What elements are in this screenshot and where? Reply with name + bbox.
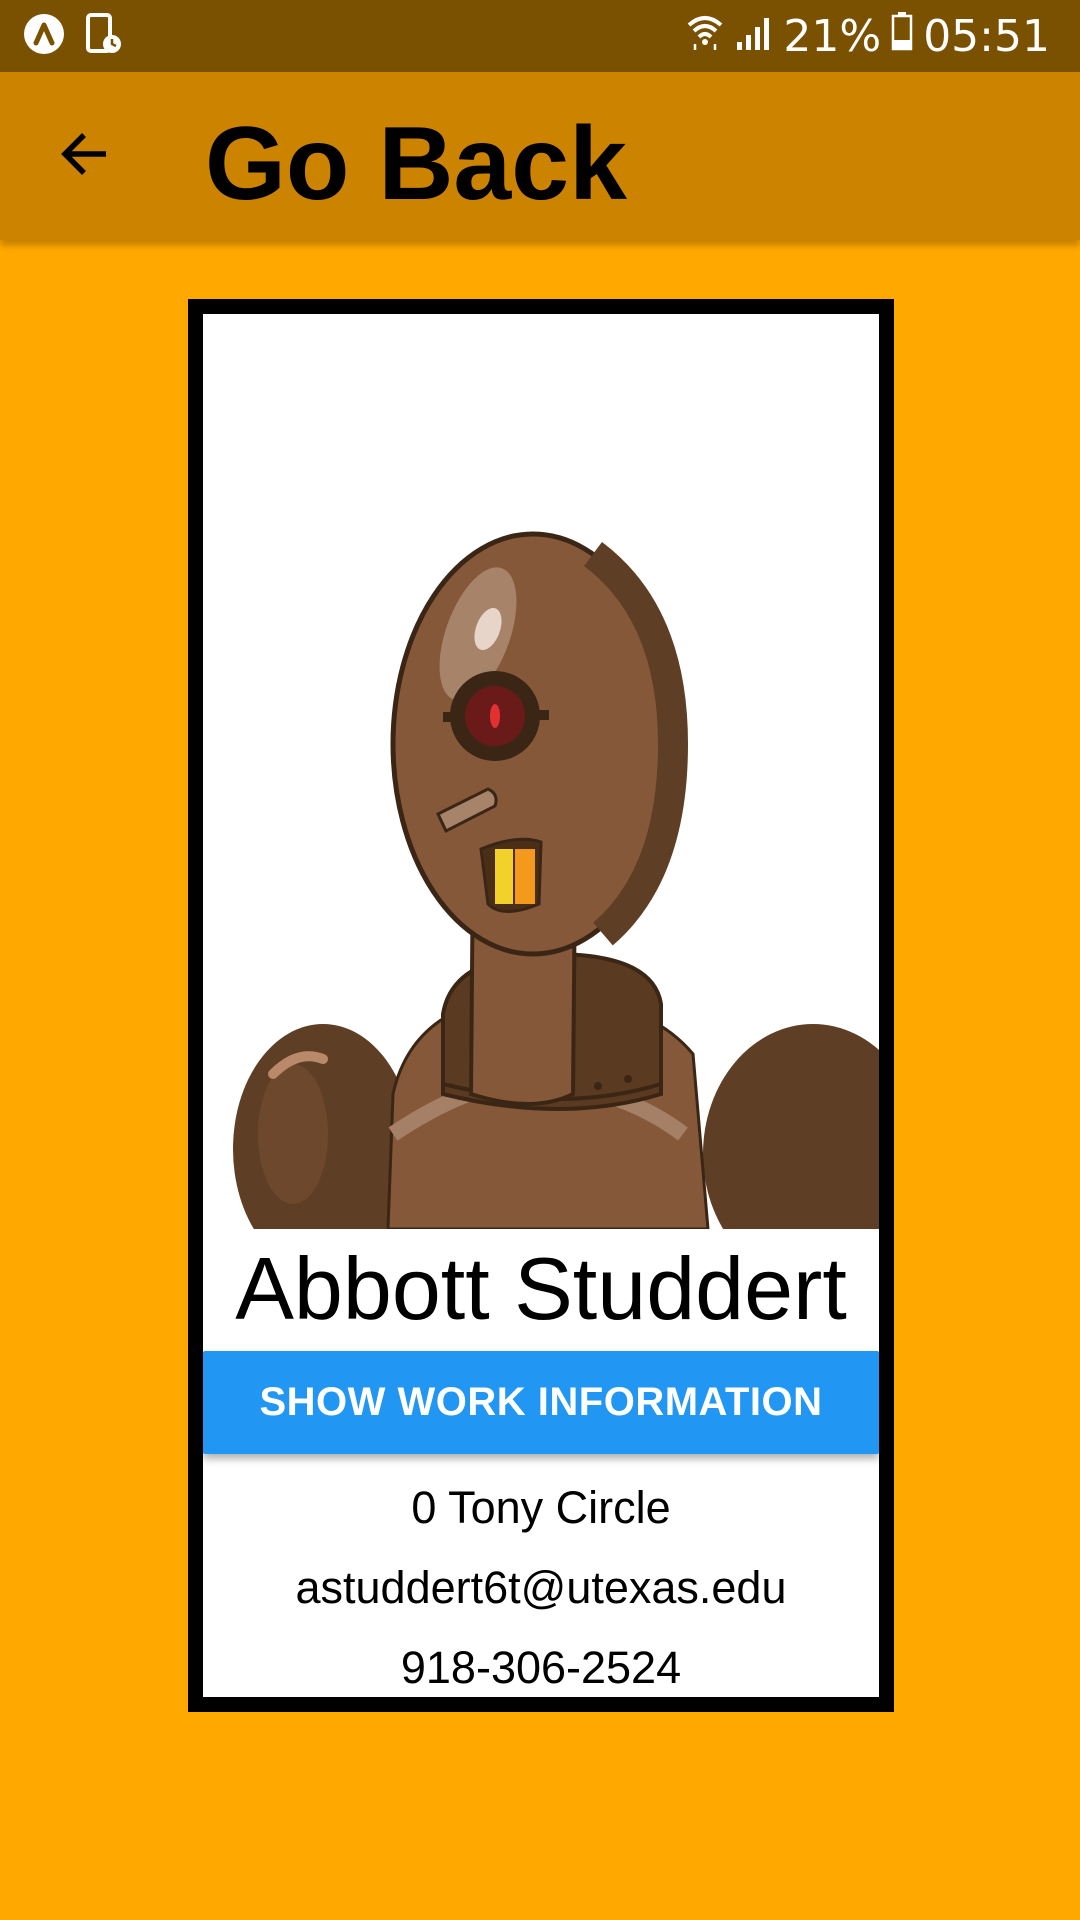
contact-card: Abbott Studdert SHOW WORK INFORMATION 0 … (188, 299, 894, 1712)
show-work-info-button[interactable]: SHOW WORK INFORMATION (203, 1351, 879, 1454)
arrow-left-icon (58, 127, 112, 186)
contact-name: Abbott Studdert (235, 1239, 847, 1338)
back-button[interactable] (30, 101, 140, 211)
app-title: Go Back (205, 105, 627, 222)
status-bar: 21% 05:51 (0, 0, 1080, 72)
signal-icon (735, 11, 773, 62)
contact-email: astuddert6t@utexas.edu (295, 1562, 787, 1613)
app-bar: Go Back (0, 72, 1080, 240)
contact-address: 0 Tony Circle (411, 1482, 671, 1533)
app-logo-icon (22, 12, 66, 60)
clock: 05:51 (923, 10, 1050, 62)
battery-icon (891, 11, 913, 62)
battery-percent: 21% (783, 10, 882, 62)
screen-rotate-icon (84, 12, 124, 60)
wifi-icon (685, 11, 725, 62)
contact-phone: 918-306-2524 (400, 1642, 682, 1693)
contact-portrait (203, 314, 879, 1229)
